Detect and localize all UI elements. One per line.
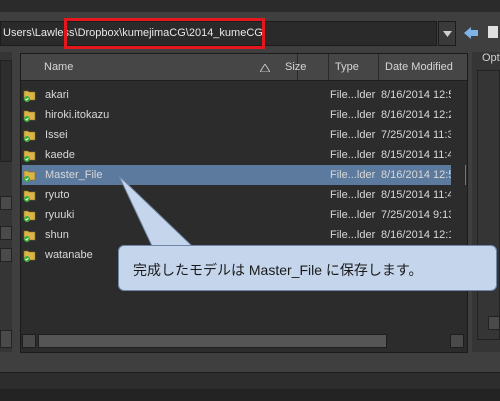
left-panel-box: [0, 60, 12, 162]
bottom-bar: [0, 372, 500, 401]
file-row[interactable]: akari File...lder 8/16/2014 12:56:: [21, 85, 467, 105]
file-name: watanabe: [45, 249, 93, 261]
synced-folder-icon: [23, 250, 36, 262]
synced-folder-icon: [23, 110, 36, 122]
chevron-down-icon: [443, 31, 452, 37]
synced-folder-icon: [23, 230, 36, 242]
file-name: Issei: [45, 129, 68, 141]
file-type: File...lder: [330, 129, 376, 141]
left-scroll-button-1[interactable]: [0, 196, 12, 210]
vertical-scrollbar[interactable]: [451, 81, 465, 331]
file-row[interactable]: hiroki.itokazu File...lder 8/16/2014 12:28…: [21, 105, 467, 125]
file-row[interactable]: ryuto File...lder 8/15/2014 11:42:: [21, 185, 467, 205]
file-name: akari: [45, 89, 69, 101]
file-type: File...lder: [330, 249, 376, 261]
file-type: File...lder: [330, 169, 376, 181]
file-row[interactable]: shun File...lder 8/16/2014 12:15:: [21, 225, 467, 245]
file-row[interactable]: ryuuki File...lder 7/25/2014 9:13:0: [21, 205, 467, 225]
back-arrow-icon[interactable]: [464, 27, 478, 39]
scroll-right-button[interactable]: [450, 334, 464, 348]
left-scroll-button-2[interactable]: [0, 226, 12, 240]
file-type: File...lder: [330, 109, 376, 121]
scroll-left-button[interactable]: [22, 334, 36, 348]
file-name: ryuto: [45, 189, 70, 201]
right-panel-box: [477, 70, 500, 340]
file-name: kaede: [45, 149, 75, 161]
path-highlight-box: [64, 18, 265, 49]
file-row[interactable]: Issei File...lder 7/25/2014 11:32:: [21, 125, 467, 145]
left-panel-button[interactable]: [0, 330, 12, 348]
left-scroll-button-3[interactable]: [0, 248, 12, 262]
file-type: File...lder: [330, 229, 376, 241]
file-name: Master_File: [45, 169, 103, 181]
synced-folder-icon: [23, 190, 36, 202]
synced-folder-icon: [23, 170, 36, 182]
file-list-header: Name Size Type Date Modified: [21, 54, 467, 81]
forward-button[interactable]: [488, 26, 498, 38]
scroll-thumb[interactable]: [38, 334, 387, 348]
synced-folder-icon: [23, 150, 36, 162]
file-row[interactable]: watanabe File...lder 8/16/2014 12:15:: [21, 245, 467, 265]
column-header-type[interactable]: Type: [329, 54, 379, 80]
column-header-size[interactable]: Size: [279, 54, 329, 80]
options-label: Opt: [482, 52, 500, 64]
file-type: File...lder: [330, 149, 376, 161]
path-dropdown-button[interactable]: [438, 21, 456, 46]
file-row[interactable]: kaede File...lder 8/15/2014 11:47:: [21, 145, 467, 165]
sort-indicator-icon: [260, 64, 270, 72]
file-name: shun: [45, 229, 69, 241]
right-panel-scroll-button[interactable]: [488, 316, 500, 330]
file-row[interactable]: Master_File File...lder 8/16/2014 12:54:: [21, 165, 467, 185]
file-type: File...lder: [330, 189, 376, 201]
window-top-band: [0, 0, 500, 12]
column-header-date-modified[interactable]: Date Modified: [379, 54, 467, 80]
file-name: hiroki.itokazu: [45, 109, 110, 121]
synced-folder-icon: [23, 210, 36, 222]
horizontal-scrollbar[interactable]: [22, 332, 466, 350]
column-header-name[interactable]: Name: [38, 54, 298, 80]
synced-folder-icon: [23, 130, 36, 142]
synced-folder-icon: [23, 90, 36, 102]
file-name: ryuuki: [45, 209, 75, 221]
file-type: File...lder: [330, 89, 376, 101]
file-type: File...lder: [330, 209, 376, 221]
file-list-pane: Name Size Type Date Modified akari File..…: [20, 53, 468, 353]
